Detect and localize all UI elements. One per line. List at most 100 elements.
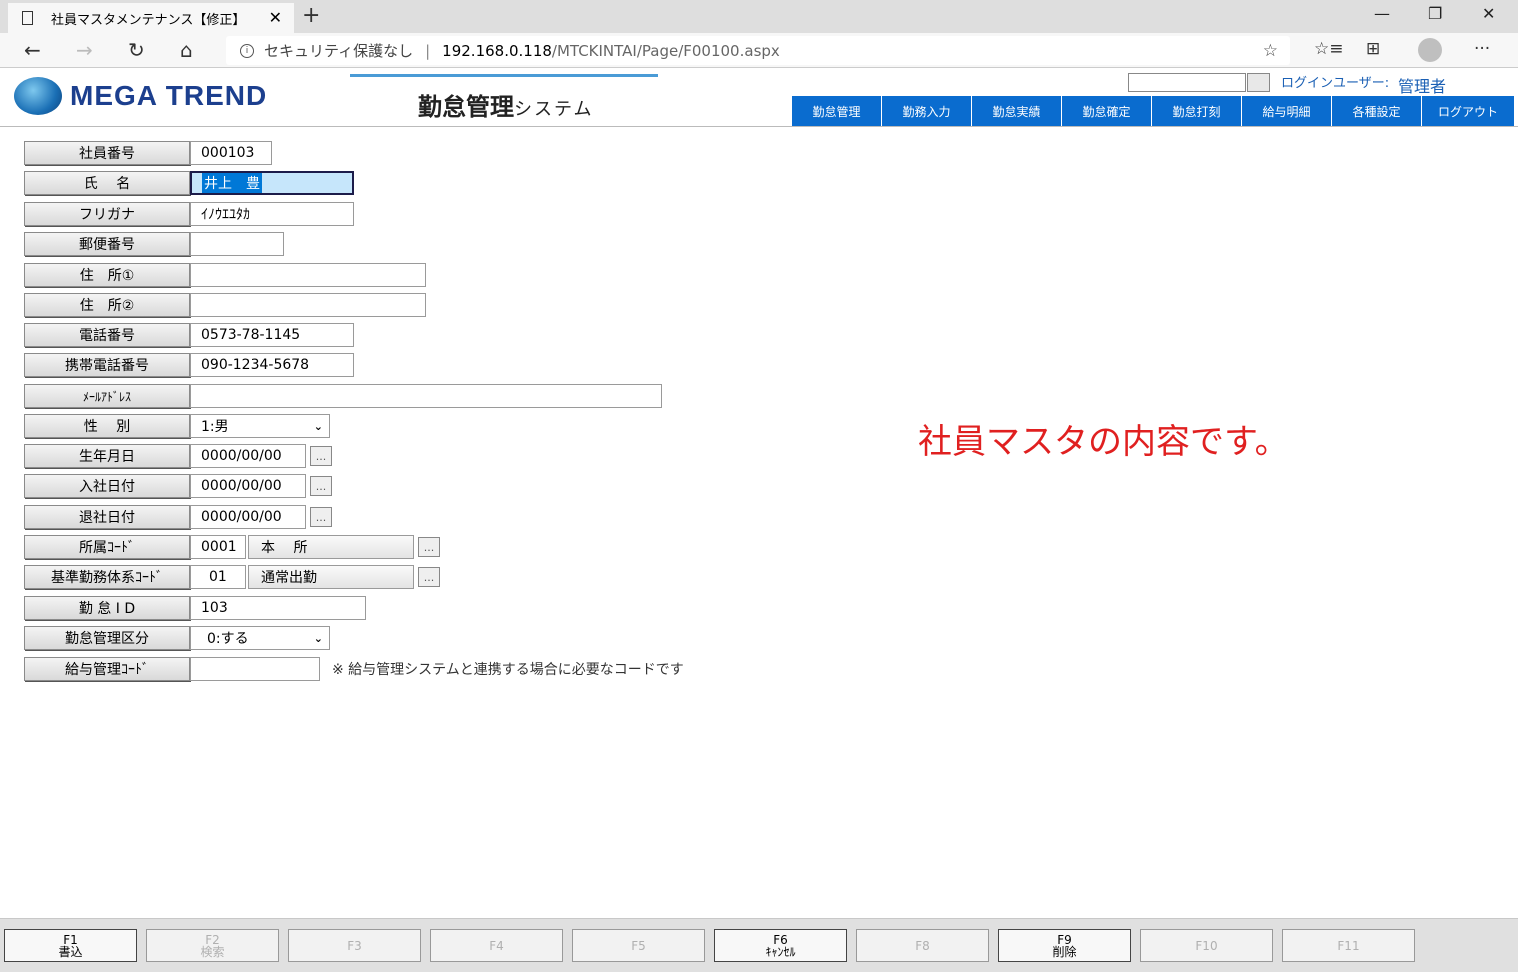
birth-picker-button[interactable]: ... <box>310 446 332 466</box>
employee-no-field[interactable]: 000103 <box>190 141 272 165</box>
login-input[interactable] <box>1128 73 1246 92</box>
minimize-icon[interactable]: — <box>1374 4 1390 23</box>
menu-kyuyo-meisai[interactable]: 給与明細 <box>1242 96 1332 126</box>
main-menu: 勤怠管理 勤務入力 勤怠実績 勤怠確定 勤怠打刻 給与明細 各種設定 ログアウト <box>792 96 1514 126</box>
home-icon[interactable]: ⌂ <box>180 38 193 62</box>
gender-label: 性 別 <box>24 414 190 438</box>
row-furigana: フリガナ ｲﾉｳｴﾕﾀｶ <box>24 202 354 226</box>
address1-label: 住 所① <box>24 263 190 287</box>
back-icon[interactable]: ← <box>24 38 41 62</box>
tab-title: 社員マスタメンテナンス【修正】 <box>51 12 246 28</box>
row-dept: 所属ｺｰﾄﾞ 0001 本 所 ... <box>24 535 440 559</box>
menu-kintai-jisseki[interactable]: 勤怠実績 <box>972 96 1062 126</box>
dept-label: 所属ｺｰﾄﾞ <box>24 535 190 559</box>
f3-button: F3 <box>288 929 421 962</box>
address-bar-area: ← → ↻ ⌂ i セキュリティ保護なし | 192.168.0.118 /MT… <box>0 33 1518 68</box>
email-field[interactable] <box>190 384 662 408</box>
new-tab-icon[interactable]: + <box>302 3 320 28</box>
security-label: セキュリティ保護なし <box>264 42 414 60</box>
refresh-icon[interactable]: ↻ <box>128 38 145 62</box>
page-icon <box>22 11 33 25</box>
name-field[interactable]: 井上 豊 <box>190 171 354 195</box>
function-key-bar: F1 書込 F2 検索 F3 F4 F5 F6 ｷｬﾝｾﾙ F8 F9 削除 F… <box>0 918 1518 972</box>
mobile-field[interactable]: 090-1234-5678 <box>190 353 354 377</box>
birth-field[interactable]: 0000/00/00 <box>190 444 306 468</box>
row-hire: 入社日付 0000/00/00 ... <box>24 474 332 498</box>
kintai-id-field[interactable]: 103 <box>190 596 366 620</box>
menu-kintai-kanri[interactable]: 勤怠管理 <box>792 96 882 126</box>
favorite-star-icon[interactable]: ☆ <box>1263 41 1278 61</box>
restore-icon[interactable]: ❐ <box>1428 4 1442 23</box>
fkey-label: ｷｬﾝｾﾙ <box>765 944 796 959</box>
hire-label: 入社日付 <box>24 474 190 498</box>
work-system-picker-button[interactable]: ... <box>418 567 440 587</box>
logo-globe-icon <box>14 77 62 115</box>
fkey-name: F6 <box>773 932 788 947</box>
menu-kintai-kakutei[interactable]: 勤怠確定 <box>1062 96 1152 126</box>
menu-logout[interactable]: ログアウト <box>1422 96 1514 126</box>
menu-kinmu-nyuryoku[interactable]: 勤務入力 <box>882 96 972 126</box>
gender-select[interactable]: 1:男 ⌄ <box>190 414 330 438</box>
hire-field[interactable]: 0000/00/00 <box>190 474 306 498</box>
f6-cancel-button[interactable]: F6 ｷｬﾝｾﾙ <box>714 929 847 962</box>
dept-name: 本 所 <box>248 535 414 559</box>
f9-delete-button[interactable]: F9 削除 <box>998 929 1131 962</box>
info-icon[interactable]: i <box>240 43 254 58</box>
logo-text: MEGA TREND <box>70 80 268 111</box>
address-input[interactable]: i セキュリティ保護なし | 192.168.0.118 /MTCKINTAI/… <box>226 36 1290 65</box>
f1-write-button[interactable]: F1 書込 <box>4 929 137 962</box>
login-user-name: 管理者 <box>1398 77 1447 96</box>
work-system-code-field[interactable]: 01 <box>190 565 246 589</box>
dept-code-field[interactable]: 0001 <box>190 535 246 559</box>
address1-field[interactable] <box>190 263 426 287</box>
window-close-icon[interactable]: ✕ <box>1482 4 1495 23</box>
row-address1: 住 所① <box>24 263 426 287</box>
row-name: 氏 名 井上 豊 <box>24 171 354 195</box>
fkey-label: 書込 <box>58 944 83 959</box>
row-email: ﾒｰﾙｱﾄﾞﾚｽ <box>24 384 662 408</box>
browser-tab[interactable]: 社員マスタメンテナンス【修正】 ✕ <box>8 3 294 33</box>
login-button[interactable] <box>1247 73 1270 92</box>
retire-picker-button[interactable]: ... <box>310 507 332 527</box>
hire-picker-button[interactable]: ... <box>310 476 332 496</box>
address2-field[interactable] <box>190 293 426 317</box>
gender-value: 1:男 <box>201 419 229 435</box>
more-icon[interactable]: ··· <box>1474 39 1490 59</box>
menu-kakushu-settei[interactable]: 各種設定 <box>1332 96 1422 126</box>
status-message: 社員マスタの内容です。 <box>918 422 1289 462</box>
kintai-kbn-select[interactable]: 0:する ⌄ <box>190 626 330 650</box>
menu-kintai-dakoku[interactable]: 勤怠打刻 <box>1152 96 1242 126</box>
app-header: MEGA TREND 勤怠管理システム ログインユーザー: 管理者 勤怠管理 勤… <box>0 69 1518 127</box>
close-tab-icon[interactable]: ✕ <box>269 8 282 27</box>
favorites-icon[interactable]: ☆≡ <box>1314 39 1343 59</box>
collections-icon[interactable]: ⊞ <box>1366 39 1380 59</box>
f10-button: F10 <box>1140 929 1273 962</box>
postal-field[interactable] <box>190 232 284 256</box>
payroll-code-note: ※ 給与管理システムと連携する場合に必要なコードです <box>332 662 684 678</box>
fkey-name: F4 <box>489 938 504 953</box>
payroll-code-field[interactable] <box>190 657 320 681</box>
row-retire: 退社日付 0000/00/00 ... <box>24 505 332 529</box>
row-employee-no: 社員番号 000103 <box>24 141 272 165</box>
row-postal: 郵便番号 <box>24 232 284 256</box>
address2-label: 住 所② <box>24 293 190 317</box>
fkey-name: F11 <box>1337 938 1360 953</box>
furigana-label: フリガナ <box>24 202 190 226</box>
f11-button: F11 <box>1282 929 1415 962</box>
furigana-field[interactable]: ｲﾉｳｴﾕﾀｶ <box>190 202 354 226</box>
fkey-name: F1 <box>63 932 78 947</box>
fkey-label: 削除 <box>1052 944 1077 959</box>
profile-avatar[interactable] <box>1418 38 1442 62</box>
work-system-label: 基準勤務体系ｺｰﾄﾞ <box>24 565 190 589</box>
fkey-label: 検索 <box>200 944 225 959</box>
kintai-kbn-label: 勤怠管理区分 <box>24 626 190 650</box>
fkey-name: F8 <box>915 938 930 953</box>
title-accent-line <box>350 74 658 77</box>
dept-picker-button[interactable]: ... <box>418 537 440 557</box>
phone-field[interactable]: 0573-78-1145 <box>190 323 354 347</box>
retire-field[interactable]: 0000/00/00 <box>190 505 306 529</box>
logo: MEGA TREND <box>14 77 267 115</box>
f4-button: F4 <box>430 929 563 962</box>
name-value: 井上 豊 <box>202 173 262 193</box>
system-title-main: 勤怠管理 <box>418 93 514 121</box>
